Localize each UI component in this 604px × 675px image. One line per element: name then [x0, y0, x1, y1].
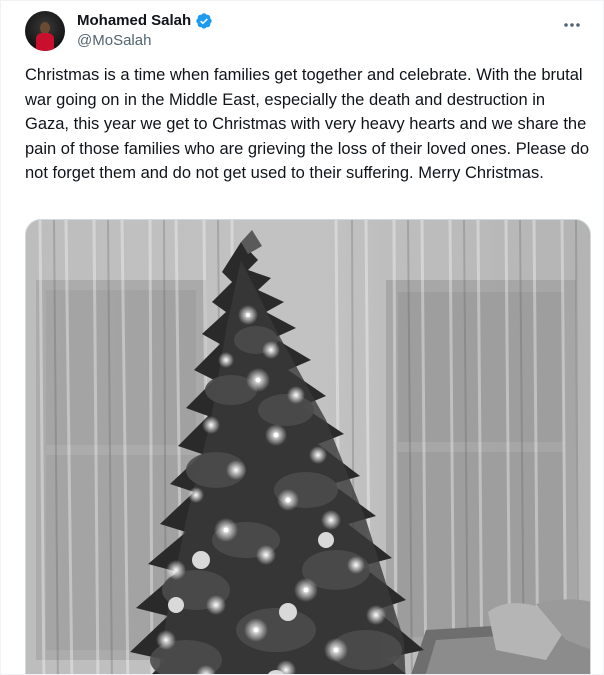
- author-handle[interactable]: @MoSalah: [77, 31, 213, 51]
- more-options-icon: [564, 23, 580, 27]
- avatar[interactable]: [25, 11, 65, 51]
- christmas-tree-photo: [26, 220, 590, 674]
- avatar-jersey: [36, 33, 54, 51]
- tweet-header: Mohamed Salah @MoSalah: [25, 9, 587, 53]
- verified-badge-icon[interactable]: [195, 12, 213, 30]
- tweet-text: Christmas is a time when families get to…: [25, 66, 590, 182]
- author-names: Mohamed Salah @MoSalah: [77, 11, 213, 51]
- tweet-photo[interactable]: [25, 219, 591, 674]
- author-display-name[interactable]: Mohamed Salah: [77, 11, 191, 31]
- more-options-button[interactable]: [557, 15, 587, 35]
- name-row: Mohamed Salah: [77, 11, 213, 31]
- tweet-card: Mohamed Salah @MoSalah Christmas is a ti…: [0, 0, 604, 675]
